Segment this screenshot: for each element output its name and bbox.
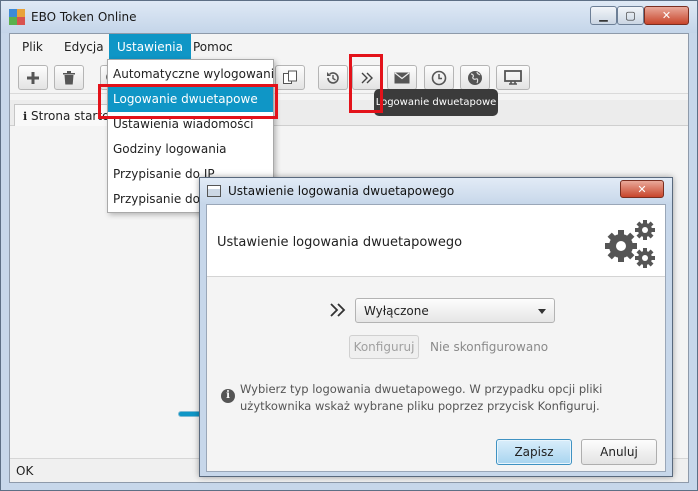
dialog-header-text: Ustawienie logowania dwuetapowego bbox=[217, 235, 463, 250]
app-logo-icon bbox=[9, 9, 25, 25]
history-button[interactable] bbox=[318, 65, 348, 90]
dialog-header: Ustawienie logowania dwuetapowego bbox=[207, 205, 665, 277]
menu-edycja[interactable]: Edycja bbox=[56, 34, 112, 60]
clock-icon bbox=[431, 70, 447, 85]
add-button[interactable] bbox=[18, 65, 48, 90]
save-button[interactable]: Zapisz bbox=[496, 439, 572, 465]
highlight-toolbar-button bbox=[349, 54, 383, 113]
menu-item-login-hours[interactable]: Godziny logowania bbox=[108, 137, 273, 162]
two-factor-dialog: Ustawienie logowania dwuetapowego ✕ Usta… bbox=[199, 177, 673, 477]
copy-icon bbox=[283, 70, 297, 84]
window-icon bbox=[207, 185, 221, 197]
globe-icon bbox=[468, 70, 482, 85]
messages-button[interactable] bbox=[387, 65, 417, 90]
delete-button[interactable] bbox=[54, 65, 84, 90]
monitor-icon bbox=[504, 69, 522, 85]
minimize-button[interactable]: ▁ bbox=[590, 6, 617, 25]
select-value: Wyłączone bbox=[364, 304, 429, 318]
status-text: OK bbox=[16, 464, 34, 478]
menu-ustawienia[interactable]: Ustawienia bbox=[109, 34, 191, 60]
ip-assignment-button[interactable] bbox=[460, 65, 490, 90]
history-icon bbox=[327, 71, 339, 84]
trash-icon bbox=[63, 71, 75, 85]
title-bar[interactable]: EBO Token Online ▁ ▢ ✕ bbox=[1, 1, 697, 33]
window-title: EBO Token Online bbox=[31, 10, 137, 24]
login-hours-button[interactable] bbox=[424, 65, 454, 90]
dialog-title-bar[interactable]: Ustawienie logowania dwuetapowego ✕ bbox=[200, 178, 672, 204]
dialog-close-button[interactable]: ✕ bbox=[620, 180, 664, 198]
maximize-button[interactable]: ▢ bbox=[617, 6, 644, 25]
gears-icon bbox=[605, 220, 655, 268]
info-icon: i bbox=[221, 389, 235, 403]
info-icon: i bbox=[23, 110, 28, 123]
chevron-down-icon bbox=[538, 309, 546, 314]
info-text: Wybierz typ logowania dwuetapowego. W pr… bbox=[240, 382, 603, 413]
menu-pomoc[interactable]: Pomoc bbox=[185, 34, 241, 60]
dialog-title: Ustawienie logowania dwuetapowego bbox=[228, 184, 455, 198]
tooltip: Logowanie dwuetapowe bbox=[374, 89, 498, 116]
double-chevron-icon bbox=[330, 301, 346, 322]
configure-button[interactable]: Konfiguruj bbox=[349, 335, 419, 359]
envelope-icon bbox=[394, 72, 410, 83]
copy-button[interactable] bbox=[275, 65, 305, 90]
close-button[interactable]: ✕ bbox=[644, 6, 689, 25]
dialog-body: Ustawienie logowania dwuetapowego Wyłącz… bbox=[206, 204, 666, 472]
two-factor-type-select[interactable]: Wyłączone bbox=[355, 298, 555, 323]
highlight-menu-item bbox=[98, 84, 278, 119]
config-status-text: Nie skonfigurowano bbox=[430, 340, 549, 354]
plus-icon bbox=[27, 71, 39, 84]
computer-assignment-button[interactable] bbox=[496, 65, 530, 90]
cancel-button[interactable]: Anuluj bbox=[581, 439, 657, 465]
menu-plik[interactable]: Plik bbox=[14, 34, 51, 60]
